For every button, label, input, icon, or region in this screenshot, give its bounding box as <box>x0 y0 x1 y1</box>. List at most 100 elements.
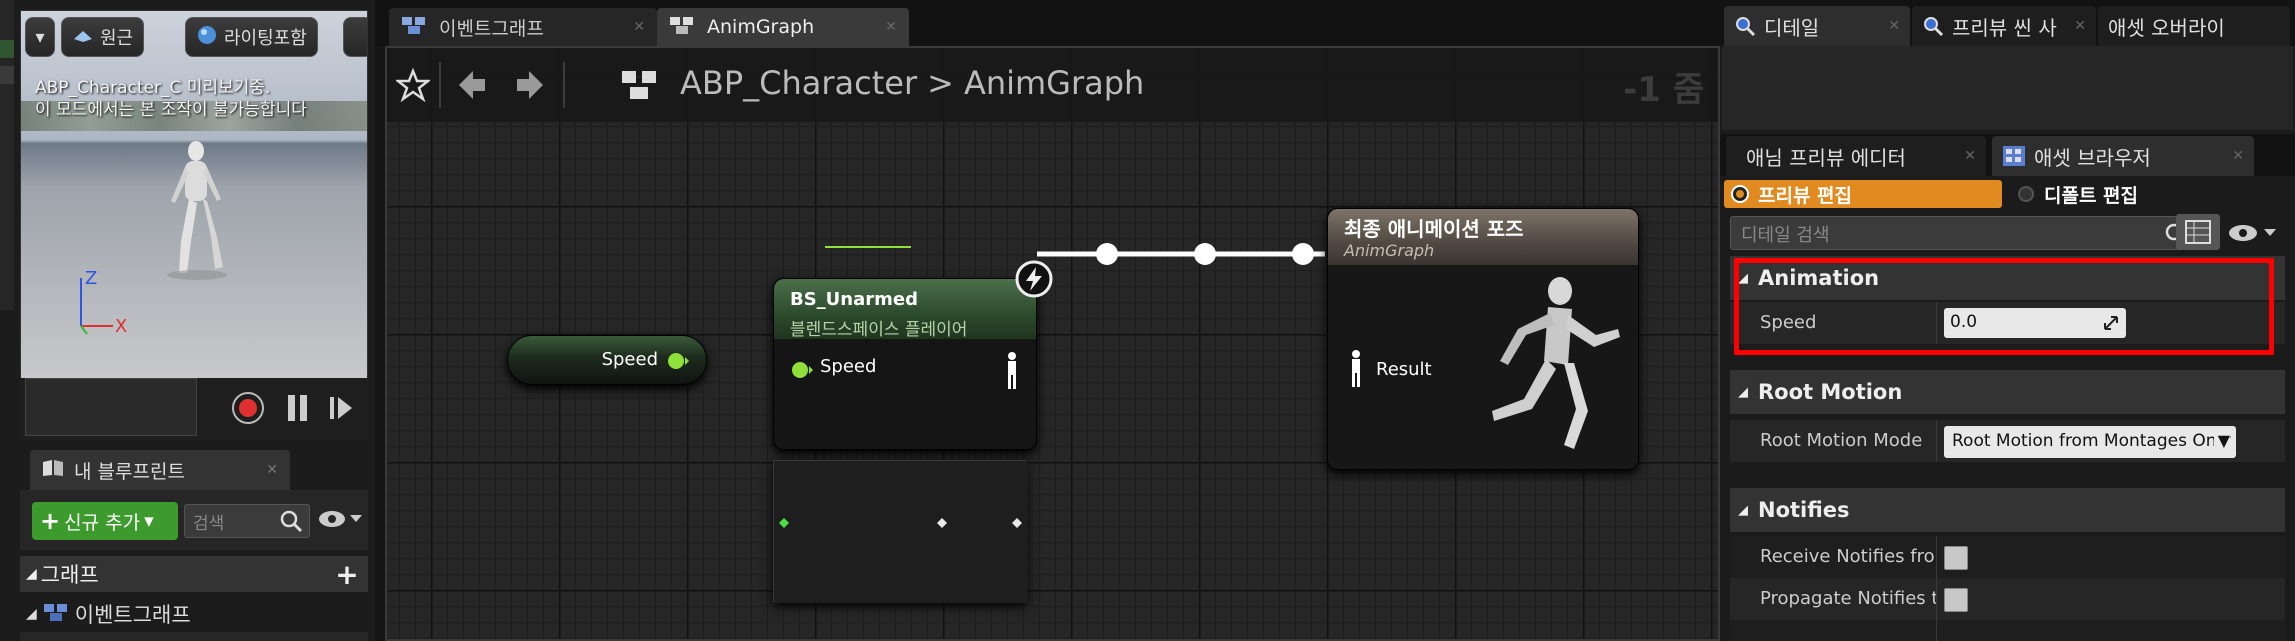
left-column: ▾ 원근 라이팅포함 ABP_Character_C 미리보기중. 이 모드에서… <box>0 0 375 641</box>
propagate-notifies-label: Propagate Notifies to Linked Instances <box>1760 588 1936 609</box>
blendspace-preview <box>773 460 1028 603</box>
node-header: 최종 애니메이션 포즈 AnimGraph <box>1328 209 1638 265</box>
speed-value-field[interactable]: 0.0 <box>1944 308 2126 338</box>
pause-icon <box>288 395 307 421</box>
column-divider <box>1936 578 1937 620</box>
document-tab-bar: 이벤트그래프 ✕ AnimGraph ✕ <box>375 0 1720 46</box>
column-divider <box>1936 536 1937 578</box>
record-button[interactable] <box>228 388 268 428</box>
node-title: 최종 애니메이션 포즈 <box>1344 217 1524 241</box>
result-pin-icon[interactable] <box>1346 349 1366 389</box>
record-icon <box>232 392 264 424</box>
root-motion-mode-label: Root Motion Mode <box>1760 430 1923 451</box>
close-tab-icon[interactable]: ✕ <box>266 462 278 478</box>
tab-preview-scene[interactable]: 프리뷰 씬 사 ✕ <box>1912 6 2096 46</box>
grid-icon <box>2185 220 2211 244</box>
column-divider <box>1936 420 1937 462</box>
tree-item-event-graph[interactable]: ◢ 이벤트그래프 <box>20 596 368 632</box>
column-divider <box>1936 302 1937 344</box>
blendspace-player-node[interactable]: BS_Unarmed 블렌드스페이스 플레이어 Speed <box>773 260 1053 450</box>
property-receive-notifies-row: Receive Notifies from Linked Instances <box>1730 536 2285 578</box>
lightning-icon <box>1015 260 1053 298</box>
blueprint-search-input[interactable]: 검색 <box>184 504 310 538</box>
close-tab-icon[interactable]: ✕ <box>2232 148 2244 164</box>
tab-event-graph[interactable]: 이벤트그래프 ✕ <box>389 8 657 46</box>
asset-browser-icon <box>2003 146 2025 166</box>
property-matrix-button[interactable] <box>2176 214 2220 250</box>
property-root-motion-mode-row: Root Motion Mode Root Motion from Montag… <box>1730 420 2285 462</box>
speed-node-label: Speed <box>601 349 658 370</box>
receive-notifies-label: Receive Notifies from Linked Instances <box>1760 546 1936 567</box>
details-tab-bar: 디테일 ✕ 프리뷰 씬 사 ✕ 애셋 오버라이 <box>1720 0 2295 46</box>
close-tab-icon[interactable]: ✕ <box>885 19 897 35</box>
pose-output-pin-icon[interactable] <box>1002 351 1022 391</box>
close-tab-icon[interactable]: ✕ <box>1964 148 1976 164</box>
tab-anim-preview-editor[interactable]: 애님 프리뷰 에디터 ✕ <box>1726 136 1986 176</box>
close-tab-icon[interactable]: ✕ <box>633 19 645 35</box>
tab-details[interactable]: 디테일 ✕ <box>1724 6 1910 46</box>
reroute-knot <box>1194 243 1216 265</box>
tree-next-item <box>20 632 368 641</box>
category-notifies[interactable]: ◢ Notifies <box>1730 488 2285 532</box>
details-empty-area <box>1722 46 2293 130</box>
search-icon <box>280 510 303 533</box>
lit-mode-button[interactable]: 라이팅포함 <box>185 17 318 57</box>
property-propagate-notifies-row: Propagate Notifies to Linked Instances <box>1730 578 2285 620</box>
viewport-options-button[interactable]: ▾ <box>25 17 55 57</box>
category-root-motion[interactable]: ◢ Root Motion <box>1730 370 2285 414</box>
property-speed-row: Speed 0.0 <box>1730 302 2285 344</box>
chevron-down-icon: ▼ <box>2213 431 2230 450</box>
graphs-category-header[interactable]: ◢ 그래프 + <box>20 556 368 592</box>
pause-button[interactable] <box>278 388 318 428</box>
property-next-row <box>1730 620 2285 641</box>
speed-input-pin[interactable] <box>790 359 814 381</box>
final-animation-pose-node[interactable]: 최종 애니메이션 포즈 AnimGraph Result <box>1327 208 1639 470</box>
edit-mode-row: 프리뷰 편집 디폴트 편집 <box>1720 176 2295 212</box>
collapse-arrow-icon: ◢ <box>1738 270 1748 286</box>
speed-variable-node[interactable]: Speed <box>507 335 707 385</box>
book-icon <box>42 459 64 482</box>
graph-canvas[interactable]: ABP_Character > AnimGraph -1 줌 Speed BS_… <box>385 46 1720 641</box>
collapse-arrow-icon: ◢ <box>1738 502 1748 518</box>
add-graph-button[interactable]: + <box>332 558 362 591</box>
edge-chip <box>0 66 14 84</box>
axis-z-label: Z <box>85 268 97 289</box>
add-new-button[interactable]: + 신규 추가 ▾ <box>32 502 178 540</box>
collapse-arrow-icon: ◢ <box>26 566 37 582</box>
tab-asset-override[interactable]: 애셋 오버라이 <box>2098 6 2290 46</box>
radio-selected-icon <box>1731 185 1749 203</box>
my-blueprint-tab[interactable]: 내 블루프린트 ✕ <box>30 450 290 490</box>
close-tab-icon[interactable]: ✕ <box>1888 18 1900 34</box>
receive-notifies-checkbox[interactable] <box>1944 546 1968 570</box>
mannequin-preview <box>167 141 227 280</box>
root-motion-mode-select[interactable]: Root Motion from Montages Only ▼ <box>1944 426 2236 458</box>
left-edge-strip <box>0 0 14 310</box>
details-search-icon <box>1736 17 1756 37</box>
tab-anim-graph[interactable]: AnimGraph ✕ <box>657 8 909 46</box>
collapse-arrow-icon: ◢ <box>26 606 37 622</box>
close-tab-icon[interactable]: ✕ <box>2074 18 2086 34</box>
drag-resize-icon <box>2104 316 2118 330</box>
chevron-down-icon: ▾ <box>144 510 154 532</box>
preview-edit-toggle[interactable]: 프리뷰 편집 <box>1724 180 2002 208</box>
preview-scene-icon <box>1924 17 1944 37</box>
result-pin-label: Result <box>1376 359 1432 380</box>
propagate-notifies-checkbox[interactable] <box>1944 588 1968 612</box>
speed-output-pin[interactable] <box>666 350 690 372</box>
step-forward-button[interactable] <box>322 388 362 428</box>
running-mannequin-icon <box>1492 277 1620 449</box>
perspective-button[interactable]: 원근 <box>61 17 145 57</box>
chevron-down-icon: ▾ <box>35 26 45 48</box>
step-forward-icon <box>330 397 352 419</box>
preview-viewport[interactable]: ▾ 원근 라이팅포함 ABP_Character_C 미리보기중. 이 모드에서… <box>20 10 368 380</box>
category-animation[interactable]: ◢ Animation <box>1730 256 2285 300</box>
details-search-input[interactable]: 디테일 검색 <box>1730 216 2198 250</box>
node-header: BS_Unarmed 블렌드스페이스 플레이어 <box>774 279 1036 340</box>
anim-graph-icon <box>669 15 695 40</box>
tab-asset-browser[interactable]: 애셋 브라우저 ✕ <box>1992 136 2254 176</box>
visibility-eye-icon[interactable] <box>2228 222 2280 244</box>
visibility-eye-icon[interactable] <box>318 508 364 530</box>
more-viewport-button[interactable] <box>343 17 367 57</box>
default-edit-toggle[interactable]: 디폴트 편집 <box>2016 180 2138 208</box>
viewport-playback-bar <box>20 378 368 440</box>
